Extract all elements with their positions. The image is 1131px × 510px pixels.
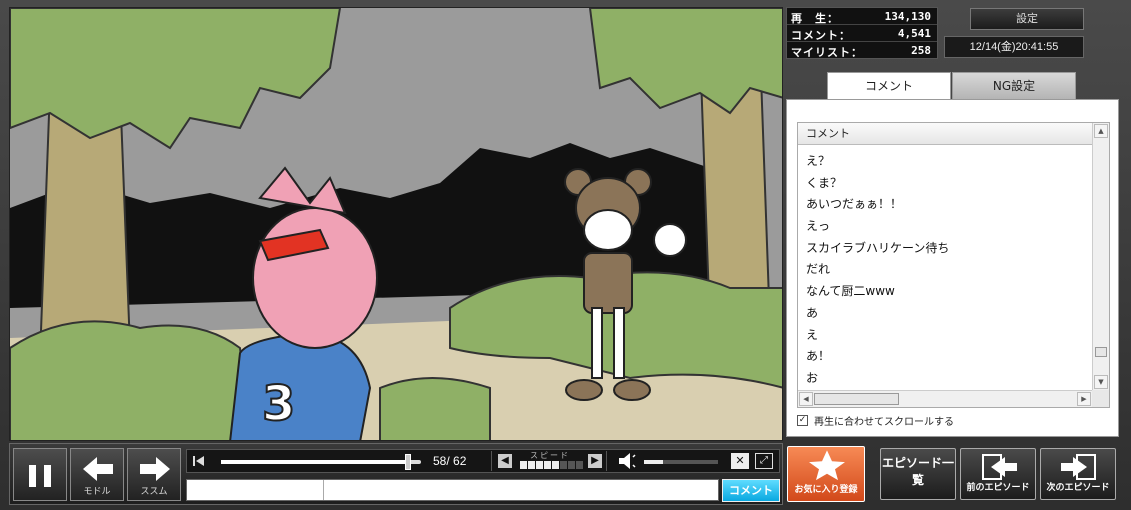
pause-icon: [29, 465, 51, 487]
scroll-down-arrow-icon[interactable]: ▼: [1094, 375, 1108, 389]
volume-icon[interactable]: [617, 452, 637, 470]
scroll-left-arrow-icon[interactable]: ◀: [799, 392, 813, 406]
player-controls: モドル ススム 58/ 62 スピード ◀ ▶ ✕ ⤢ コメント: [9, 443, 783, 505]
tab-ng-settings[interactable]: NG設定: [952, 72, 1076, 100]
play-count-label: 再 生：: [791, 12, 839, 25]
seek-handle[interactable]: [405, 454, 412, 470]
svg-text:3: 3: [262, 376, 295, 432]
play-count-row: 再 生： 134,130: [787, 8, 937, 25]
scrollbar-corner: [1092, 390, 1109, 407]
speed-segment: [576, 461, 583, 469]
speed-up-icon[interactable]: ▶: [588, 454, 602, 468]
back-button[interactable]: モドル: [70, 448, 124, 501]
comment-count-label: コメント：: [791, 29, 851, 42]
seek-track[interactable]: [221, 454, 421, 470]
favorite-button-label: お気に入り登録: [794, 485, 858, 495]
mylist-count-label: マイリスト：: [791, 46, 863, 59]
comment-hide-toggle-icon[interactable]: ✕: [731, 453, 749, 469]
volume-slider[interactable]: [644, 460, 718, 464]
comment-rows: え？ くま？ あいつだぁぁ！！ えっ スカイラブハリケーン待ち だれ なんて厨二www あえあ…: [798, 151, 1092, 390]
next-episode-button[interactable]: 次のエピソード: [1040, 448, 1116, 500]
scroll-right-arrow-icon[interactable]: ▶: [1077, 392, 1091, 406]
volume-level: [644, 460, 663, 464]
pause-button[interactable]: [13, 448, 67, 501]
speed-meter: [520, 461, 583, 469]
horizontal-scrollbar[interactable]: ◀ ▶: [798, 390, 1094, 407]
star-icon: [809, 450, 845, 481]
prev-episode-label: 前のエピソード: [966, 483, 1030, 493]
comment-text-field[interactable]: [325, 480, 718, 500]
seek-bar-row: 58/ 62 スピード ◀ ▶ ✕ ⤢: [186, 449, 780, 473]
arrow-left-icon: [83, 457, 113, 481]
comment-row[interactable]: え？: [798, 151, 1092, 173]
player-app: 3 再 生： 134,130 コメント： 4,541 マイリスト： 258 設定…: [0, 0, 1131, 510]
forward-button-label: ススム: [140, 487, 168, 497]
speed-label: スピード: [530, 451, 570, 460]
mylist-count-row: マイリスト： 258: [787, 42, 937, 59]
arrow-right-icon: [140, 457, 170, 481]
scroll-up-arrow-icon[interactable]: ▲: [1094, 124, 1108, 138]
comment-count-value: 4,541: [897, 27, 931, 40]
speed-segment: [520, 461, 527, 469]
episode-list-label: エピソード一覧: [881, 456, 954, 487]
favorite-button[interactable]: お気に入り登録: [787, 446, 865, 502]
speed-segment: [552, 461, 559, 469]
vertical-scroll-thumb[interactable]: [1095, 347, 1107, 357]
comment-row[interactable]: くま？: [798, 173, 1092, 195]
comment-row[interactable]: お: [798, 368, 1092, 390]
comment-row[interactable]: だれ: [798, 259, 1092, 281]
horizontal-scroll-thumb[interactable]: [814, 393, 899, 405]
video-screen[interactable]: 3: [9, 7, 783, 441]
time-readout: 58/ 62: [433, 454, 467, 468]
settings-button[interactable]: 設定: [970, 8, 1084, 30]
tab-comment[interactable]: コメント: [827, 72, 951, 101]
comment-panel: コメント え？ くま？ あいつだぁぁ！！ えっ スカイラブハリケーン待ち だれ なんて厨二w…: [786, 99, 1119, 437]
comment-row[interactable]: え: [798, 325, 1092, 347]
speed-segment: [544, 461, 551, 469]
comment-submit-button[interactable]: コメント: [722, 479, 780, 502]
comment-row[interactable]: あ: [798, 303, 1092, 325]
forward-button[interactable]: ススム: [127, 448, 181, 501]
autoscroll-checkbox[interactable]: ✓: [797, 415, 808, 426]
speed-segment: [568, 461, 575, 469]
prev-episode-button[interactable]: 前のエピソード: [960, 448, 1036, 500]
autoscroll-label: 再生に合わせてスクロールする: [814, 417, 954, 428]
fullscreen-icon[interactable]: ⤢: [755, 453, 773, 469]
comment-row[interactable]: あいつだぁぁ！！: [798, 194, 1092, 216]
comment-list[interactable]: コメント え？ くま？ あいつだぁぁ！！ えっ スカイラブハリケーン待ち だれ なんて厨二w…: [797, 122, 1110, 408]
speed-segment: [560, 461, 567, 469]
video-frame-illustration: 3: [10, 8, 782, 440]
stats-panel: 再 生： 134,130 コメント： 4,541 マイリスト： 258: [786, 7, 938, 59]
comment-input-bar: [186, 479, 719, 501]
comment-row[interactable]: スカイラブハリケーン待ち: [798, 238, 1092, 260]
comment-row[interactable]: なんて厨二www: [798, 281, 1092, 303]
vertical-scrollbar[interactable]: ▲ ▼: [1092, 123, 1109, 391]
mylist-count-value: 258: [911, 44, 931, 57]
speed-control: スピード ◀ ▶: [491, 451, 607, 471]
seek-progress: [221, 460, 409, 464]
episode-list-button[interactable]: エピソード一覧: [880, 448, 956, 500]
comment-count-row: コメント： 4,541: [787, 25, 937, 42]
comment-column-header[interactable]: コメント: [798, 123, 1092, 145]
play-count-value: 134,130: [884, 10, 931, 23]
back-button-label: モドル: [83, 487, 111, 497]
comment-command-field[interactable]: [187, 480, 324, 500]
comment-row[interactable]: あ！: [798, 346, 1092, 368]
autoscroll-option[interactable]: ✓ 再生に合わせてスクロールする: [797, 413, 954, 428]
speed-segment: [528, 461, 535, 469]
next-episode-label: 次のエピソード: [1046, 483, 1110, 493]
speed-segment: [536, 461, 543, 469]
comment-row[interactable]: えっ: [798, 216, 1092, 238]
speed-down-icon[interactable]: ◀: [498, 454, 512, 468]
skip-to-start-icon[interactable]: [192, 453, 206, 469]
datetime-display: 12/14(金)20:41:55: [944, 36, 1084, 58]
